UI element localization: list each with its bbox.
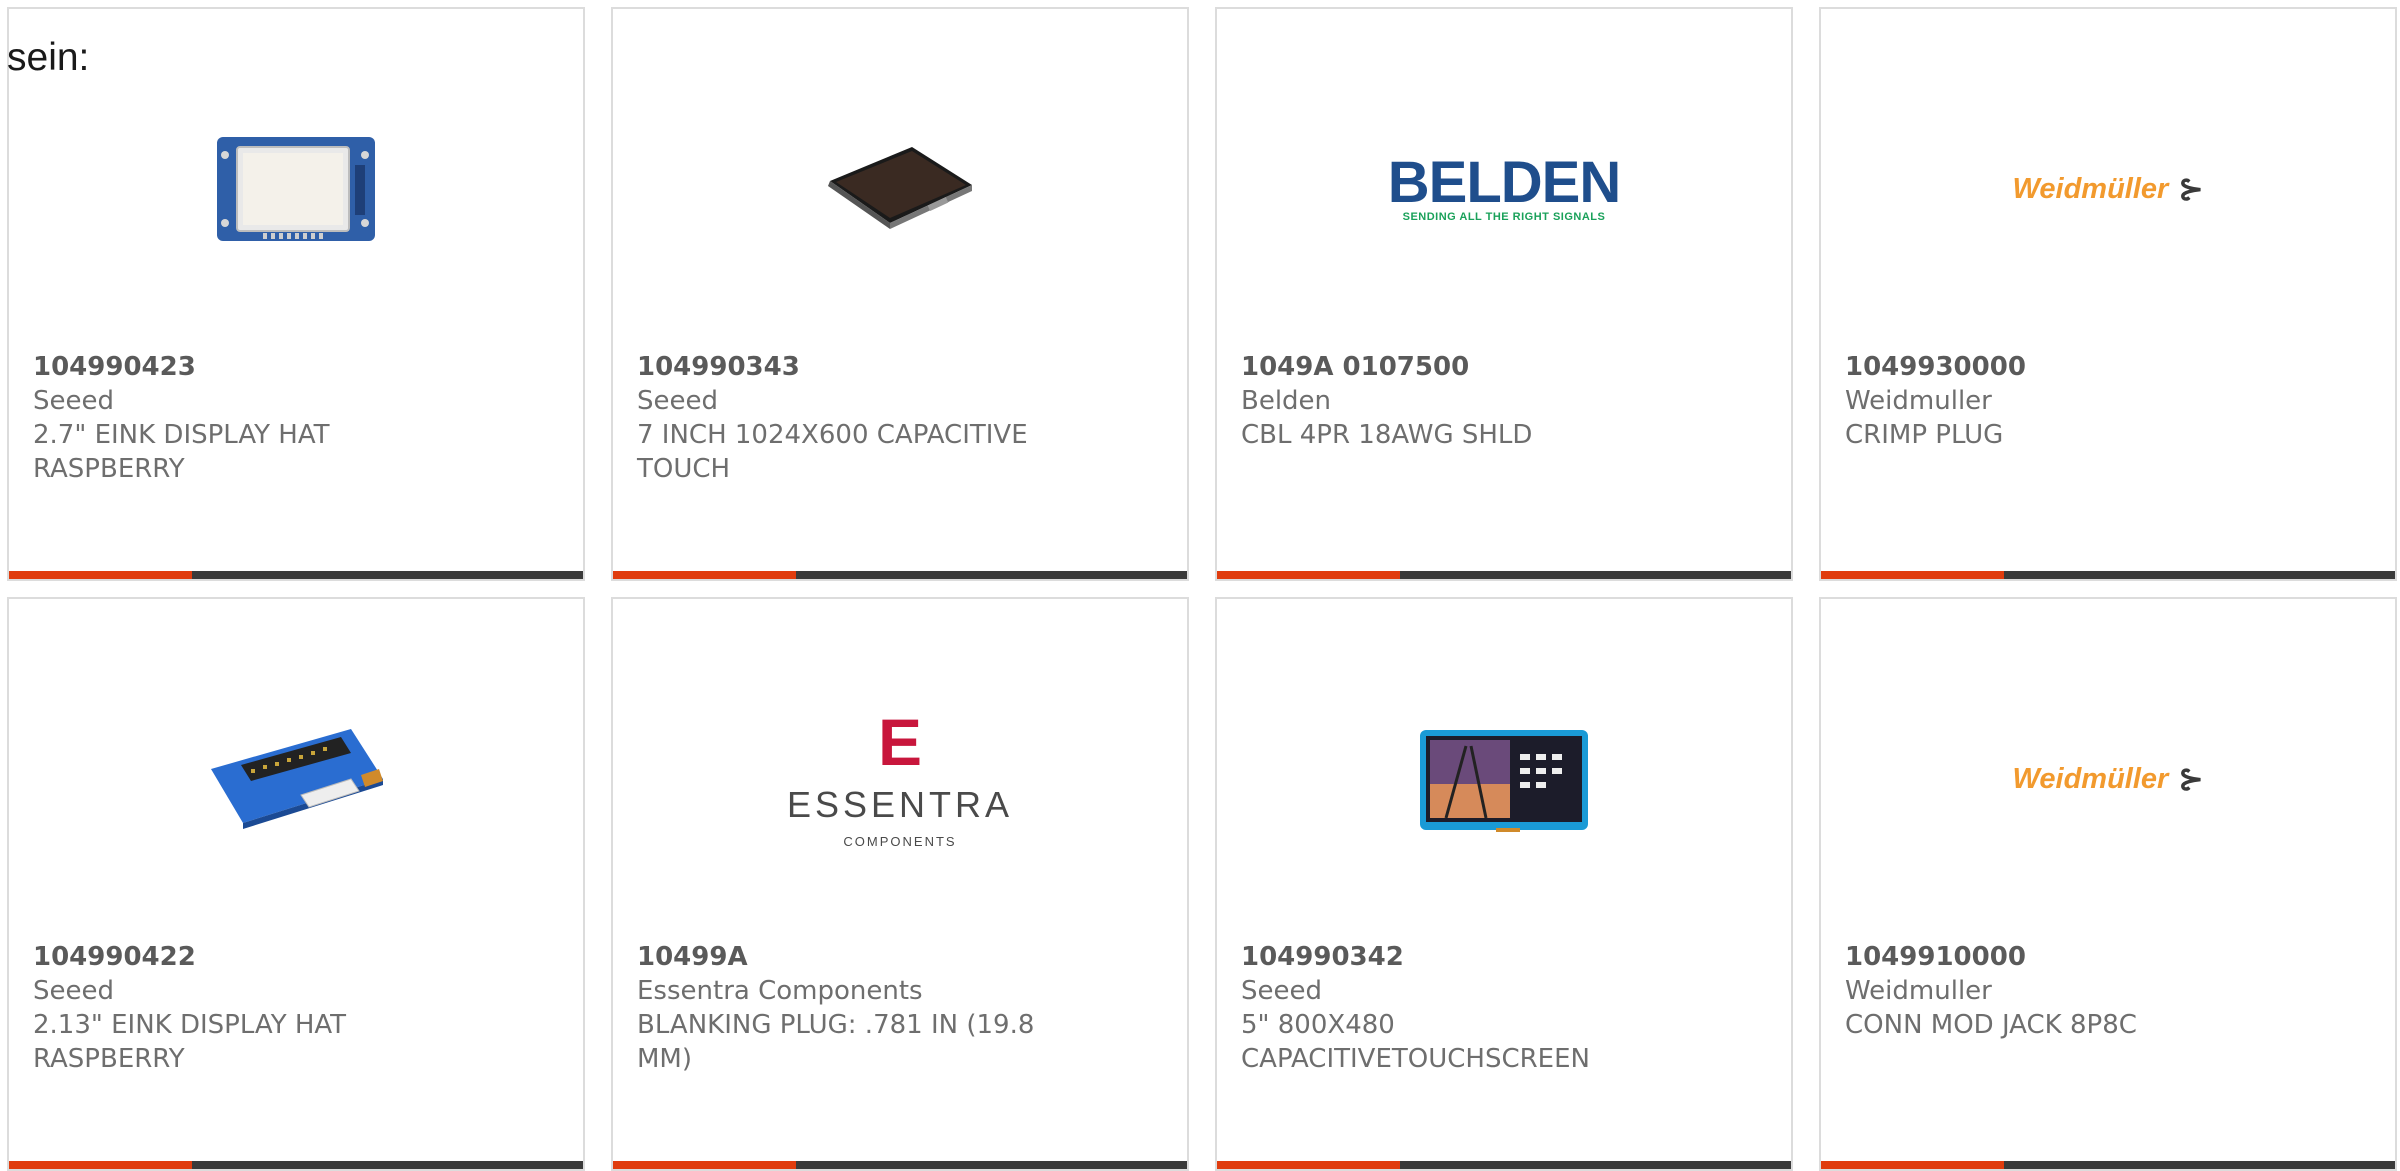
brand-name: Weidmuller <box>1845 386 1992 416</box>
weidmuller-mark-icon: ⊱ <box>2178 762 2204 796</box>
brand-name: Seeed <box>33 976 114 1006</box>
product-image[interactable]: Weidmüller ⊱ <box>1821 79 2395 299</box>
card-accent <box>613 1161 796 1169</box>
part-number[interactable]: 104990423 <box>33 350 453 384</box>
product-image[interactable] <box>9 79 583 299</box>
description-line: BLANKING PLUG: .781 IN (19.8 <box>637 1010 1035 1040</box>
card-accent <box>1217 571 1400 579</box>
description-line: CAPACITIVETOUCHSCREEN <box>1241 1044 1590 1074</box>
description-line: 2.13" EINK DISPLAY HAT <box>33 1010 347 1040</box>
product-card[interactable]: Weidmüller ⊱ 1049910000 Weidmuller CONN M… <box>1819 597 2397 1171</box>
product-info: 104990342 Seeed 5" 800X480 CAPACITIVETOU… <box>1241 940 1661 1076</box>
product-info: 104990422 Seeed 2.13" EINK DISPLAY HAT R… <box>33 940 453 1076</box>
belden-logo: BELDEN SENDING ALL THE RIGHT SIGNALS <box>1387 150 1621 224</box>
product-image[interactable]: E ESSENTRA COMPONENTS <box>613 669 1187 889</box>
product-image[interactable]: BELDEN SENDING ALL THE RIGHT SIGNALS <box>1217 79 1791 299</box>
eink-driver-board-image <box>211 729 383 829</box>
card-footer-bar <box>1821 1161 2395 1169</box>
part-number[interactable]: 10499A <box>637 940 1057 974</box>
part-number[interactable]: 104990343 <box>637 350 1057 384</box>
card-accent <box>1821 571 2004 579</box>
intro-text: sein: <box>7 36 90 79</box>
part-number[interactable]: 104990342 <box>1241 940 1661 974</box>
brand-name: Seeed <box>1241 976 1322 1006</box>
product-card[interactable]: 104990342 Seeed 5" 800X480 CAPACITIVETOU… <box>1215 597 1793 1171</box>
essentra-mark-icon: E <box>877 704 922 779</box>
description-line: MM) <box>637 1044 693 1074</box>
card-accent <box>9 1161 192 1169</box>
part-number[interactable]: 1049910000 <box>1845 940 2265 974</box>
eink-display-hat-image <box>217 137 375 241</box>
product-info: 104990343 Seeed 7 INCH 1024X600 CAPACITI… <box>637 350 1057 486</box>
essentra-logo: E ESSENTRA COMPONENTS <box>786 704 1014 849</box>
card-accent <box>9 571 192 579</box>
product-image[interactable] <box>613 79 1187 299</box>
card-footer-bar <box>1217 571 1791 579</box>
description-line: 7 INCH 1024X600 CAPACITIVE <box>637 420 1028 450</box>
description-line: 5" 800X480 <box>1241 1010 1395 1040</box>
card-footer-bar <box>613 571 1187 579</box>
description-line: TOUCH <box>637 454 731 484</box>
product-card[interactable]: 104990422 Seeed 2.13" EINK DISPLAY HAT R… <box>7 597 585 1171</box>
card-footer-bar <box>9 1161 583 1169</box>
weidmuller-mark-icon: ⊱ <box>2178 172 2204 206</box>
description-line: RASPBERRY <box>33 1044 185 1074</box>
product-info: 1049930000 Weidmuller CRIMP PLUG <box>1845 350 2265 452</box>
capacitive-touchscreen-image <box>1420 730 1588 832</box>
product-image[interactable]: Weidmüller ⊱ <box>1821 669 2395 889</box>
description-line: CBL 4PR 18AWG SHLD <box>1241 420 1533 450</box>
product-card[interactable]: BELDEN SENDING ALL THE RIGHT SIGNALS 104… <box>1215 7 1793 581</box>
product-info: 10499A Essentra Components BLANKING PLUG… <box>637 940 1057 1076</box>
weidmuller-logo: Weidmüller ⊱ <box>2012 172 2204 206</box>
card-accent <box>613 571 796 579</box>
product-image[interactable] <box>1217 669 1791 889</box>
description-line: 2.7" EINK DISPLAY HAT <box>33 420 330 450</box>
product-info: 1049A 0107500 Belden CBL 4PR 18AWG SHLD <box>1241 350 1661 452</box>
card-footer-bar <box>1821 571 2395 579</box>
product-info: 104990423 Seeed 2.7" EINK DISPLAY HAT RA… <box>33 350 453 486</box>
product-card[interactable]: 104990343 Seeed 7 INCH 1024X600 CAPACITI… <box>611 7 1189 581</box>
card-footer-bar <box>1217 1161 1791 1169</box>
part-number[interactable]: 1049930000 <box>1845 350 2265 384</box>
card-footer-bar <box>9 571 583 579</box>
product-card[interactable]: Weidmüller ⊱ 1049930000 Weidmuller CRIMP … <box>1819 7 2397 581</box>
touch-display-image <box>828 147 972 229</box>
card-accent <box>1217 1161 1400 1169</box>
product-info: 1049910000 Weidmuller CONN MOD JACK 8P8C <box>1845 940 2265 1042</box>
card-footer-bar <box>613 1161 1187 1169</box>
brand-name: Belden <box>1241 386 1332 416</box>
description-line: CONN MOD JACK 8P8C <box>1845 1010 2137 1040</box>
product-image[interactable] <box>9 669 583 889</box>
card-accent <box>1821 1161 2004 1169</box>
part-number[interactable]: 1049A 0107500 <box>1241 350 1661 384</box>
part-number[interactable]: 104990422 <box>33 940 453 974</box>
description-line: CRIMP PLUG <box>1845 420 2004 450</box>
brand-name: Weidmuller <box>1845 976 1992 1006</box>
product-card[interactable]: 104990423 Seeed 2.7" EINK DISPLAY HAT RA… <box>7 7 585 581</box>
brand-name: Seeed <box>33 386 114 416</box>
weidmuller-logo: Weidmüller ⊱ <box>2012 762 2204 796</box>
brand-name: Seeed <box>637 386 718 416</box>
description-line: RASPBERRY <box>33 454 185 484</box>
product-card[interactable]: E ESSENTRA COMPONENTS 10499A Essentra Co… <box>611 597 1189 1171</box>
brand-name: Essentra Components <box>637 976 923 1006</box>
